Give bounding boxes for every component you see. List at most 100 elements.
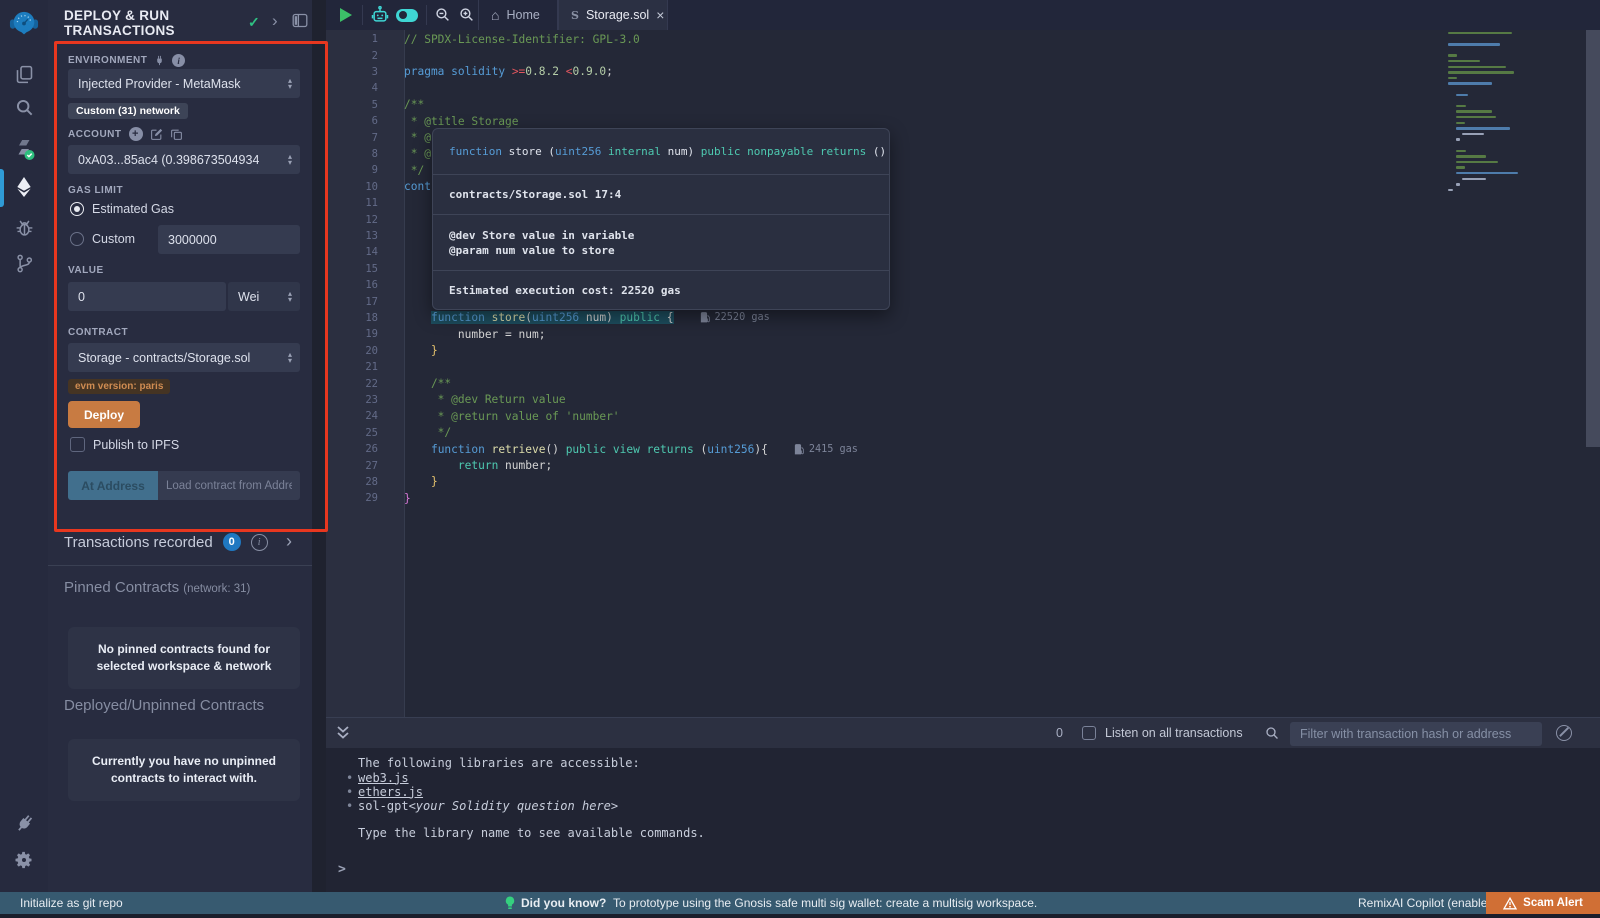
code-line-29[interactable]: 29} bbox=[326, 490, 1600, 506]
library-link[interactable]: ethers.js bbox=[358, 785, 423, 799]
code-line-26[interactable]: 26 function retrieve() public view retur… bbox=[326, 441, 1600, 457]
line-number: 10 bbox=[326, 181, 404, 193]
git-branch-icon[interactable] bbox=[0, 246, 48, 280]
clear-console-icon[interactable] bbox=[1556, 725, 1572, 741]
deploy-run-icon[interactable] bbox=[0, 170, 48, 204]
line-number: 5 bbox=[326, 99, 404, 111]
file-explorer-icon[interactable] bbox=[0, 57, 48, 91]
plugin-manager-icon[interactable] bbox=[0, 806, 48, 840]
estimated-gas-option[interactable]: Estimated Gas bbox=[70, 202, 174, 216]
did-you-know-hint: Did you know? To prototype using the Gno… bbox=[521, 896, 1037, 910]
terminal-search-icon[interactable] bbox=[1264, 725, 1280, 741]
code-line-20[interactable]: 20 } bbox=[326, 343, 1600, 359]
environment-select[interactable]: Injected Provider - MetaMask ▴▾ bbox=[68, 69, 300, 98]
panel-forward-icon[interactable]: › bbox=[272, 11, 278, 31]
value-unit-select[interactable]: Wei ▴▾ bbox=[228, 282, 300, 311]
editor-scrollbar[interactable] bbox=[1586, 30, 1600, 447]
select-stepper-icon: ▴▾ bbox=[288, 291, 292, 303]
custom-gas-radio[interactable] bbox=[70, 232, 84, 246]
code-line-25[interactable]: 25 */ bbox=[326, 425, 1600, 441]
lightbulb-icon bbox=[505, 896, 515, 911]
copilot-toggle[interactable] bbox=[396, 9, 418, 22]
minimap-line bbox=[1456, 127, 1510, 129]
tab-storage-sol[interactable]: S Storage.sol × bbox=[558, 0, 668, 30]
debugger-icon[interactable] bbox=[0, 210, 48, 244]
minimap-line bbox=[1456, 110, 1492, 112]
zoom-out-icon[interactable] bbox=[434, 6, 451, 23]
library-link[interactable]: web3.js bbox=[358, 771, 409, 785]
contract-select[interactable]: Storage - contracts/Storage.sol ▴▾ bbox=[68, 343, 300, 372]
code-line-21[interactable]: 21 bbox=[326, 359, 1600, 375]
collapse-terminal-icon[interactable] bbox=[336, 725, 350, 741]
publish-ipfs-option[interactable]: Publish to IPFS bbox=[70, 437, 179, 452]
code-line-24[interactable]: 24 * @return value of 'number' bbox=[326, 408, 1600, 424]
line-number: 18 bbox=[326, 312, 404, 324]
at-address-button[interactable]: At Address bbox=[68, 471, 158, 500]
settings-gear-icon[interactable] bbox=[0, 843, 48, 877]
scam-alert-button[interactable]: Scam Alert bbox=[1486, 892, 1600, 914]
zoom-in-icon[interactable] bbox=[458, 6, 475, 23]
value-label: VALUE bbox=[68, 265, 104, 276]
code-line-6[interactable]: 6 * @title Storage bbox=[326, 113, 1600, 129]
copy-account-icon[interactable] bbox=[170, 128, 183, 141]
deployed-contracts-header: Deployed/Unpinned Contracts bbox=[64, 697, 264, 714]
panel-resize-handle[interactable] bbox=[312, 0, 326, 892]
gas-limit-label: GAS LIMIT bbox=[68, 185, 123, 196]
custom-gas-option[interactable]: Custom bbox=[70, 232, 135, 246]
environment-label-row: ENVIRONMENT i bbox=[68, 54, 185, 67]
terminal-line: •sol-gpt <your Solidity question here> bbox=[346, 799, 618, 813]
minimap-line bbox=[1456, 94, 1468, 96]
at-address-input[interactable] bbox=[158, 471, 300, 500]
editor-toolbar: ⌂ Home S Storage.sol × bbox=[326, 0, 1600, 30]
search-icon[interactable] bbox=[0, 90, 48, 124]
line-number: 12 bbox=[326, 214, 404, 226]
transactions-info-icon[interactable]: i bbox=[251, 534, 268, 551]
code-line-23[interactable]: 23 * @dev Return value bbox=[326, 392, 1600, 408]
git-init-status[interactable]: Initialize as git repo bbox=[20, 896, 123, 910]
code-line-22[interactable]: 22 /** bbox=[326, 375, 1600, 391]
estimated-gas-radio[interactable] bbox=[70, 202, 84, 216]
code-line-3[interactable]: 3pragma solidity >=0.8.2 <0.9.0; bbox=[326, 64, 1600, 80]
code-line-19[interactable]: 19 number = num; bbox=[326, 326, 1600, 342]
deploy-button[interactable]: Deploy bbox=[68, 401, 140, 428]
custom-gas-input[interactable]: 3000000 bbox=[158, 225, 300, 254]
close-tab-icon[interactable]: × bbox=[656, 8, 664, 22]
code-line-27[interactable]: 27 return number; bbox=[326, 457, 1600, 473]
account-select[interactable]: 0xA03...85ac4 (0.398673504934 ▴▾ bbox=[68, 145, 300, 174]
plug-mini-icon[interactable] bbox=[154, 55, 165, 66]
code-line-5[interactable]: 5/** bbox=[326, 97, 1600, 113]
panel-divider bbox=[48, 565, 312, 566]
code-line-1[interactable]: 1// SPDX-License-Identifier: GPL-3.0 bbox=[326, 31, 1600, 47]
minimap-line bbox=[1456, 138, 1460, 140]
terminal-prompt[interactable]: > bbox=[338, 862, 346, 877]
code-line-4[interactable]: 4 bbox=[326, 80, 1600, 96]
code-line-18[interactable]: 18 function store(uint256 num) public {2… bbox=[326, 310, 1600, 326]
add-account-icon[interactable]: + bbox=[129, 127, 143, 141]
publish-ipfs-checkbox[interactable] bbox=[70, 437, 85, 452]
line-number: 15 bbox=[326, 263, 404, 275]
pin-panel-icon[interactable] bbox=[292, 13, 308, 28]
minimap-line bbox=[1448, 77, 1457, 79]
tab-home[interactable]: ⌂ Home bbox=[478, 0, 558, 30]
minimap-line bbox=[1462, 133, 1484, 135]
pinned-contracts-header: Pinned Contracts (network: 31) bbox=[64, 579, 250, 596]
line-number: 17 bbox=[326, 296, 404, 308]
minimap-line bbox=[1448, 189, 1453, 191]
code-line-28[interactable]: 28 } bbox=[326, 474, 1600, 490]
transaction-filter-input[interactable] bbox=[1290, 722, 1542, 746]
listen-transactions-checkbox[interactable] bbox=[1082, 726, 1096, 740]
environment-info-icon[interactable]: i bbox=[172, 54, 185, 67]
ai-assistant-robot-icon[interactable] bbox=[370, 5, 390, 25]
evm-version-badge: evm version: paris bbox=[68, 379, 170, 394]
sign-message-icon[interactable] bbox=[150, 128, 163, 141]
editor-minimap[interactable] bbox=[1448, 32, 1540, 197]
run-script-icon[interactable] bbox=[340, 8, 352, 22]
transactions-expand-icon[interactable]: › bbox=[286, 531, 292, 552]
code-line-2[interactable]: 2 bbox=[326, 47, 1600, 63]
line-number: 19 bbox=[326, 328, 404, 340]
terminal-line: •web3.js bbox=[346, 771, 409, 785]
solidity-compiler-icon[interactable] bbox=[0, 131, 48, 165]
custom-gas-label: Custom bbox=[92, 232, 135, 246]
copilot-status[interactable]: RemixAI Copilot (enabled) bbox=[1358, 896, 1498, 910]
value-input[interactable]: 0 bbox=[68, 282, 226, 311]
